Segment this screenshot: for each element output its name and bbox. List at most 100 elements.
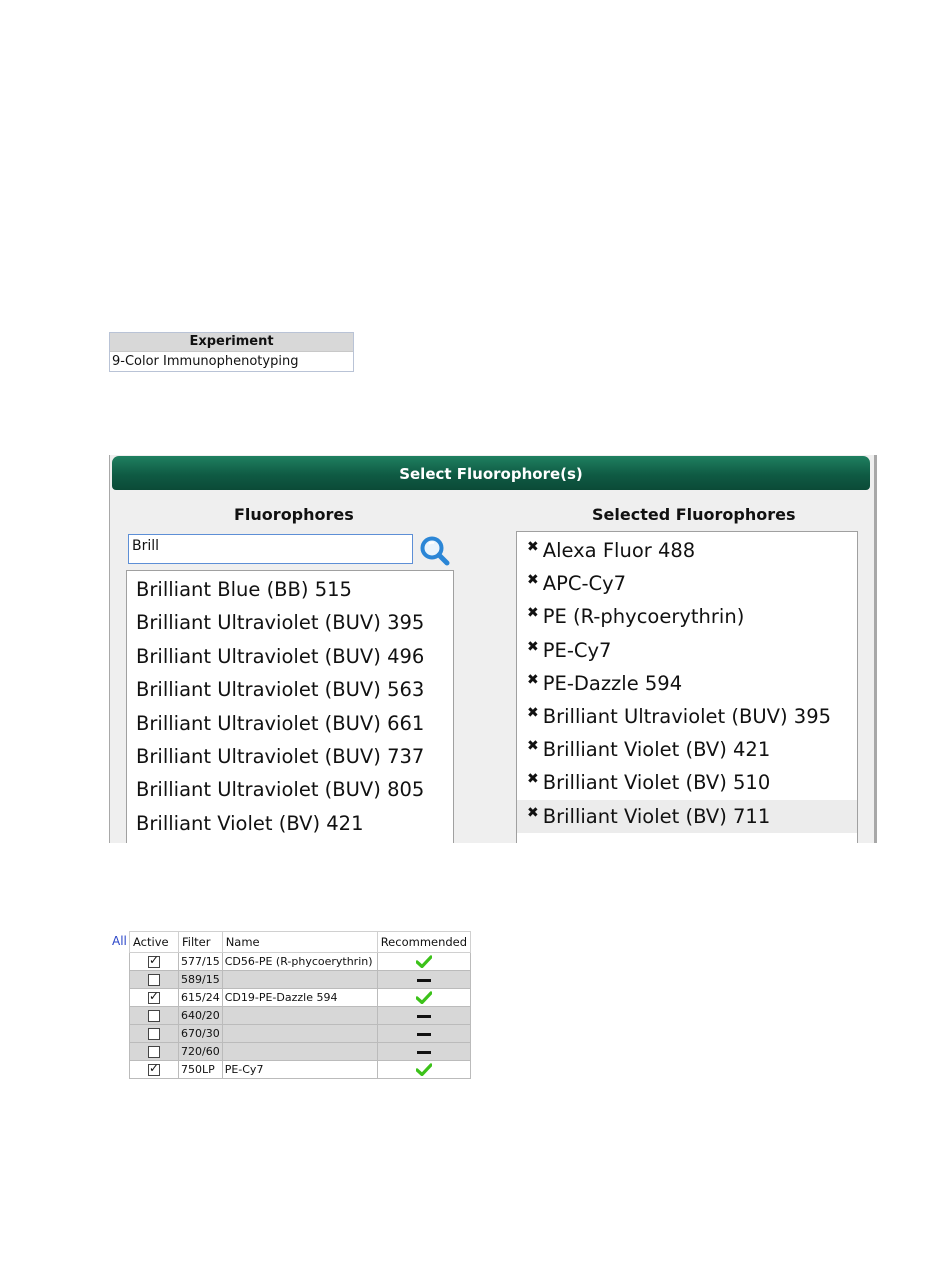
name-cell[interactable] xyxy=(221,1006,378,1025)
table-row[interactable]: 615/24CD19-PE-Dazzle 594 xyxy=(129,988,472,1007)
experiment-value[interactable]: 9-Color Immunophenotyping xyxy=(110,351,353,371)
all-link[interactable]: All xyxy=(112,934,127,948)
selected-fluorophore-label: PE (R-phycoerythrin) xyxy=(542,605,745,629)
table-row[interactable]: 577/15CD56-PE (R-phycoerythrin) xyxy=(129,952,472,971)
column-active[interactable]: Active xyxy=(129,931,179,953)
fluorophore-list-item[interactable]: Brilliant Violet (BV) 421 xyxy=(127,807,453,840)
recommended-cell xyxy=(376,1006,472,1025)
dash-icon xyxy=(416,1032,431,1036)
fluorophore-search-input[interactable]: Brill xyxy=(128,534,413,564)
selected-fluorophore-item[interactable]: ✖ Brilliant Violet (BV) 510 xyxy=(517,766,857,799)
active-cell xyxy=(129,1024,179,1043)
recommended-cell xyxy=(376,952,472,971)
table-row[interactable]: 640/20 xyxy=(129,1006,472,1025)
active-checkbox[interactable] xyxy=(148,1046,160,1058)
remove-icon[interactable]: ✖ xyxy=(527,697,539,730)
name-cell[interactable] xyxy=(221,1042,378,1061)
selected-fluorophore-label: PE-Dazzle 594 xyxy=(542,671,683,695)
active-checkbox[interactable] xyxy=(148,989,160,1004)
name-cell[interactable]: PE-Cy7 xyxy=(221,1060,378,1079)
filter-cell: 750LP xyxy=(178,1060,223,1079)
fluorophore-list-item[interactable]: Brilliant Ultraviolet (BUV) 395 xyxy=(127,606,453,639)
fluorophore-list-item[interactable]: Brilliant Ultraviolet (BUV) 563 xyxy=(127,673,453,706)
fluorophore-list[interactable]: Brilliant Blue (BB) 515 Brilliant Ultravi… xyxy=(126,570,454,843)
selected-fluorophore-label: Brilliant Violet (BV) 510 xyxy=(542,771,771,795)
selected-fluorophore-item[interactable]: ✖ Brilliant Violet (BV) 711 xyxy=(517,797,857,833)
recommended-cell xyxy=(376,970,472,989)
active-checkbox[interactable] xyxy=(148,1028,160,1040)
fluorophore-list-item[interactable]: Brilliant Ultraviolet (BUV) 737 xyxy=(127,740,453,773)
selected-fluorophore-item[interactable]: ✖ Alexa Fluor 488 xyxy=(517,534,857,567)
filter-cell: 640/20 xyxy=(178,1006,223,1025)
remove-icon[interactable]: ✖ xyxy=(527,631,539,664)
selected-fluorophore-item[interactable]: ✖ PE (R-phycoerythrin) xyxy=(517,600,857,633)
fluorophore-list-item[interactable]: Brilliant Ultraviolet (BUV) 661 xyxy=(127,707,453,740)
fluorophore-list-item[interactable]: Brilliant Ultraviolet (BUV) 805 xyxy=(127,773,453,806)
check-icon xyxy=(415,991,432,1005)
recommended-cell xyxy=(376,988,472,1007)
active-checkbox[interactable] xyxy=(148,953,160,968)
remove-icon[interactable]: ✖ xyxy=(527,664,539,697)
remove-icon[interactable]: ✖ xyxy=(527,763,539,796)
check-icon xyxy=(415,955,432,969)
selected-fluorophore-label: APC-Cy7 xyxy=(542,572,627,596)
filter-cell: 670/30 xyxy=(178,1024,223,1043)
recommended-cell xyxy=(376,1042,472,1061)
selected-fluorophore-item[interactable]: ✖ PE-Dazzle 594 xyxy=(517,667,857,700)
selected-fluorophore-label: PE-Cy7 xyxy=(542,638,612,662)
active-cell xyxy=(129,1042,179,1061)
search-icon[interactable] xyxy=(419,535,451,567)
active-cell xyxy=(129,988,179,1007)
experiment-table: Experiment 9-Color Immunophenotyping xyxy=(109,332,354,372)
check-icon xyxy=(415,1063,432,1077)
name-cell[interactable]: CD56-PE (R-phycoerythrin) xyxy=(221,952,378,971)
selected-fluorophore-label: Brilliant Violet (BV) 711 xyxy=(542,804,771,828)
recommended-cell xyxy=(376,1060,472,1079)
active-checkbox[interactable] xyxy=(148,974,160,986)
dash-icon xyxy=(416,1050,431,1054)
column-name[interactable]: Name xyxy=(221,931,378,953)
active-cell xyxy=(129,1060,179,1079)
selected-fluorophore-label: Brilliant Violet (BV) 421 xyxy=(542,738,771,762)
fluorophores-title: Fluorophores xyxy=(234,505,354,524)
filter-cell: 615/24 xyxy=(178,988,223,1007)
selected-fluorophore-label: Alexa Fluor 488 xyxy=(542,539,696,563)
filter-table: Active Filter Name Recommended 577/15CD5… xyxy=(129,931,472,1079)
fluorophore-panel: Select Fluorophore(s) Fluorophores Selec… xyxy=(109,455,877,843)
table-row[interactable]: 670/30 xyxy=(129,1024,472,1043)
panel-title: Select Fluorophore(s) xyxy=(112,456,870,490)
remove-icon[interactable]: ✖ xyxy=(527,531,539,564)
experiment-header: Experiment xyxy=(110,333,353,351)
name-cell[interactable]: CD19-PE-Dazzle 594 xyxy=(221,988,378,1007)
table-row[interactable]: 589/15 xyxy=(129,970,472,989)
selected-fluorophore-item[interactable]: ✖ Brilliant Violet (BV) 421 xyxy=(517,733,857,766)
selected-fluorophore-list[interactable]: ✖ Alexa Fluor 488 ✖ APC-Cy7 ✖ PE (R-phycoeryt… xyxy=(516,531,858,843)
remove-icon[interactable]: ✖ xyxy=(527,597,539,630)
active-cell xyxy=(129,952,179,971)
dash-icon xyxy=(416,1014,431,1018)
name-cell[interactable] xyxy=(221,1024,378,1043)
remove-icon[interactable]: ✖ xyxy=(527,797,539,830)
selected-fluorophore-label: Brilliant Ultraviolet (BUV) 395 xyxy=(542,705,832,729)
column-filter[interactable]: Filter xyxy=(178,931,223,953)
selected-fluorophores-title: Selected Fluorophores xyxy=(592,505,796,524)
table-row[interactable]: 750LPPE-Cy7 xyxy=(129,1060,472,1079)
selected-fluorophore-item[interactable]: ✖ APC-Cy7 xyxy=(517,567,857,600)
active-checkbox[interactable] xyxy=(148,1061,160,1076)
filter-cell: 589/15 xyxy=(178,970,223,989)
active-cell xyxy=(129,970,179,989)
selected-fluorophore-item[interactable]: ✖ Brilliant Ultraviolet (BUV) 395 xyxy=(517,700,857,733)
fluorophore-list-item[interactable]: Brilliant Blue (BB) 515 xyxy=(127,573,453,606)
remove-icon[interactable]: ✖ xyxy=(527,730,539,763)
active-cell xyxy=(129,1006,179,1025)
column-recommended[interactable]: Recommended xyxy=(376,931,472,953)
filter-cell: 720/60 xyxy=(178,1042,223,1061)
remove-icon[interactable]: ✖ xyxy=(527,564,539,597)
table-row[interactable]: 720/60 xyxy=(129,1042,472,1061)
dash-icon xyxy=(416,978,431,982)
active-checkbox[interactable] xyxy=(148,1010,160,1022)
fluorophore-list-item[interactable]: Brilliant Ultraviolet (BUV) 496 xyxy=(127,640,453,673)
selected-fluorophore-item[interactable]: ✖ PE-Cy7 xyxy=(517,634,857,667)
filter-cell: 577/15 xyxy=(178,952,223,971)
name-cell[interactable] xyxy=(221,970,378,989)
